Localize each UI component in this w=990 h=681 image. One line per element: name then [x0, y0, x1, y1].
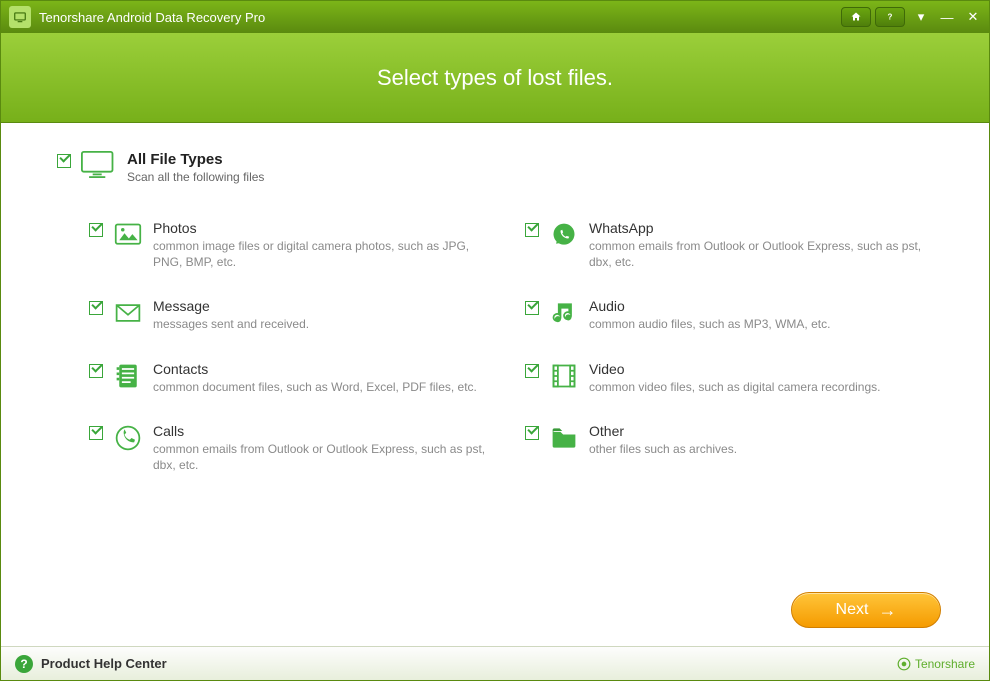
titlebar: Tenorshare Android Data Recovery Pro ? ▾…	[1, 1, 989, 33]
close-button[interactable]: ✕	[963, 7, 983, 27]
contacts-desc: common document files, such as Word, Exc…	[153, 379, 477, 395]
help-button[interactable]: ?	[875, 7, 905, 27]
type-calls: Calls common emails from Outlook or Outl…	[89, 423, 495, 473]
photos-icon	[113, 220, 143, 250]
page-heading: Select types of lost files.	[377, 65, 613, 91]
help-icon: ?	[15, 655, 33, 673]
contacts-checkbox[interactable]	[89, 364, 103, 378]
brand-icon	[897, 657, 911, 671]
type-video: Video common video files, such as digita…	[525, 361, 931, 395]
folder-icon	[549, 423, 579, 453]
calls-desc: common emails from Outlook or Outlook Ex…	[153, 441, 493, 473]
arrow-right-icon: →	[878, 601, 896, 619]
all-subtitle: Scan all the following files	[127, 170, 264, 184]
brand-link[interactable]: Tenorshare	[897, 657, 975, 671]
music-note-icon	[549, 298, 579, 328]
next-label: Next	[836, 601, 869, 619]
video-checkbox[interactable]	[525, 364, 539, 378]
type-photos: Photos common image files or digital cam…	[89, 220, 495, 270]
app-window: Tenorshare Android Data Recovery Pro ? ▾…	[0, 0, 990, 681]
film-icon	[549, 361, 579, 391]
audio-checkbox[interactable]	[525, 301, 539, 315]
audio-name: Audio	[589, 298, 830, 314]
dropdown-button[interactable]: ▾	[911, 7, 931, 27]
other-desc: other files such as archives.	[589, 441, 737, 457]
whatsapp-desc: common emails from Outlook or Outlook Ex…	[589, 238, 929, 270]
next-button[interactable]: Next →	[791, 592, 941, 628]
photos-checkbox[interactable]	[89, 223, 103, 237]
message-name: Message	[153, 298, 309, 314]
page-header: Select types of lost files.	[1, 33, 989, 123]
app-logo-icon	[9, 6, 31, 28]
address-book-icon	[113, 361, 143, 391]
message-checkbox[interactable]	[89, 301, 103, 315]
file-type-grid: Photos common image files or digital cam…	[89, 220, 931, 473]
calls-name: Calls	[153, 423, 493, 439]
type-whatsapp: WhatsApp common emails from Outlook or O…	[525, 220, 931, 270]
content-panel: All File Types Scan all the following fi…	[1, 123, 989, 646]
brand-label: Tenorshare	[915, 657, 975, 671]
type-other: Other other files such as archives.	[525, 423, 931, 473]
type-contacts: Contacts common document files, such as …	[89, 361, 495, 395]
type-audio: Audio common audio files, such as MP3, W…	[525, 298, 931, 332]
audio-desc: common audio files, such as MP3, WMA, et…	[589, 316, 830, 332]
all-file-types-row: All File Types Scan all the following fi…	[57, 151, 941, 184]
photos-name: Photos	[153, 220, 493, 236]
help-center-link[interactable]: Product Help Center	[41, 656, 167, 671]
phone-icon	[113, 423, 143, 453]
video-name: Video	[589, 361, 880, 377]
contacts-name: Contacts	[153, 361, 477, 377]
all-title: All File Types	[127, 151, 264, 168]
message-desc: messages sent and received.	[153, 316, 309, 332]
footer-bar: ? Product Help Center Tenorshare	[1, 646, 989, 680]
whatsapp-checkbox[interactable]	[525, 223, 539, 237]
svg-text:?: ?	[888, 13, 893, 22]
other-checkbox[interactable]	[525, 426, 539, 440]
calls-checkbox[interactable]	[89, 426, 103, 440]
minimize-button[interactable]: —	[937, 7, 957, 27]
home-button[interactable]	[841, 7, 871, 27]
app-title: Tenorshare Android Data Recovery Pro	[39, 10, 265, 25]
envelope-icon	[113, 298, 143, 328]
other-name: Other	[589, 423, 737, 439]
video-desc: common video files, such as digital came…	[589, 379, 880, 395]
type-message: Message messages sent and received.	[89, 298, 495, 332]
photos-desc: common image files or digital camera pho…	[153, 238, 493, 270]
whatsapp-icon	[549, 220, 579, 250]
whatsapp-name: WhatsApp	[589, 220, 929, 236]
all-file-types-checkbox[interactable]	[57, 154, 71, 168]
monitor-icon	[81, 151, 117, 179]
